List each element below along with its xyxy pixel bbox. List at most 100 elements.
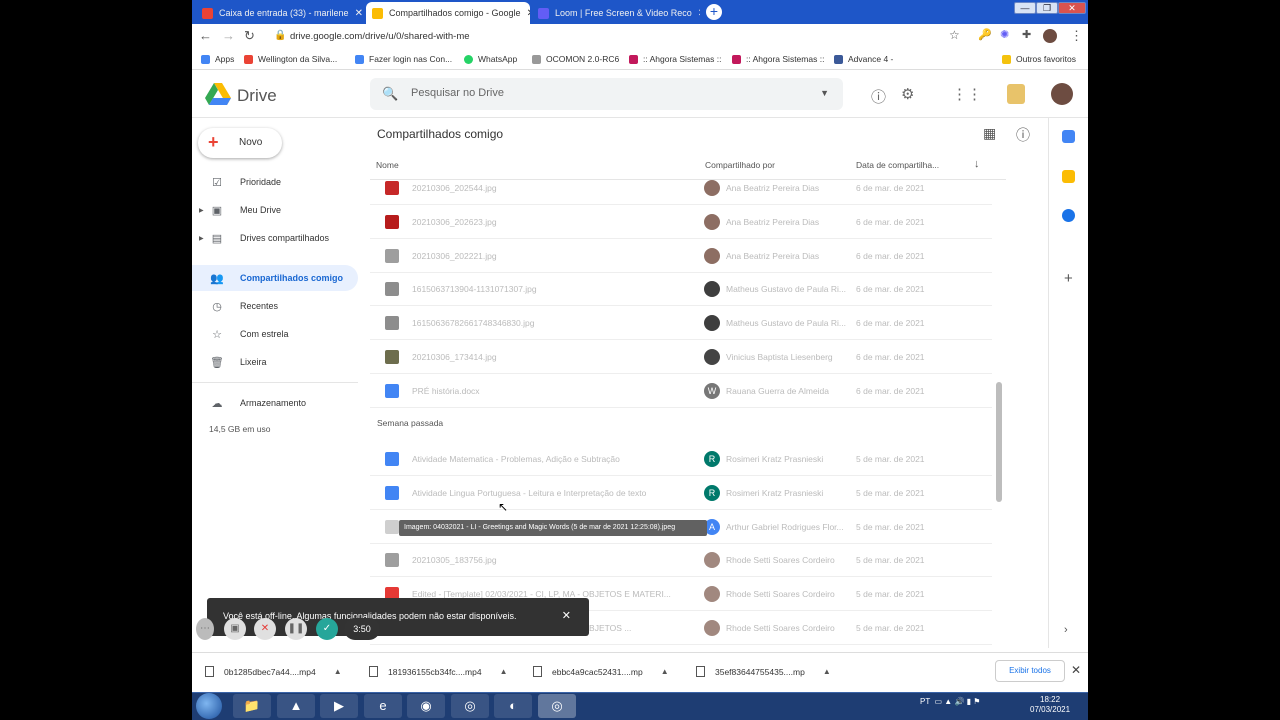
file-row[interactable]: PRÉ história.docx W Rauana Guerra de Almei… [370, 374, 992, 408]
chrome-active-taskbar-icon[interactable]: ◎ [538, 694, 576, 718]
vlc-taskbar-icon[interactable]: ▲ [277, 694, 315, 718]
add-addon-icon[interactable]: + [1064, 270, 1073, 287]
file-row[interactable]: 20210306_202544.jpg Ana Beatriz Pereira D… [370, 171, 992, 205]
download-item[interactable]: ebbc4a9cac52431....mp ▲ [533, 666, 669, 677]
system-clock[interactable]: 18:22 07/03/2021 [1030, 695, 1070, 715]
clock-icon: ◷ [212, 300, 222, 313]
chevron-up-icon[interactable]: ▲ [500, 667, 508, 676]
expand-icon[interactable]: ▶ [199, 235, 204, 242]
extensions-icon[interactable]: ✚ [1022, 28, 1031, 41]
loom-extension-icon[interactable]: ✺ [1000, 28, 1009, 41]
scrollbar[interactable] [996, 382, 1002, 502]
column-share-date[interactable]: Data de compartilha... [856, 160, 939, 170]
bookmark-item[interactable]: Wellington da Silva... [244, 54, 337, 64]
expand-icon[interactable]: ▶ [199, 207, 204, 214]
calendar-icon[interactable] [1062, 130, 1075, 143]
chevron-up-icon[interactable]: ▲ [823, 667, 831, 676]
loom-cancel-icon[interactable]: ✕ [254, 618, 276, 640]
show-all-downloads-button[interactable]: Exibir todos [995, 660, 1065, 682]
file-row[interactable]: 20210306_202623.jpg Ana Beatriz Pereira D… [370, 205, 992, 239]
info-icon[interactable]: ⓘ [1016, 125, 1030, 145]
keep-icon[interactable] [1062, 170, 1075, 183]
sidebar-item-priority[interactable]: ☑ Prioridade [192, 169, 358, 195]
settings-icon[interactable]: ⚙ [901, 85, 914, 103]
star-icon[interactable]: ☆ [949, 28, 960, 42]
new-tab-button[interactable]: + [706, 4, 722, 20]
language-indicator[interactable]: PT [920, 697, 930, 706]
forward-icon[interactable]: → [222, 28, 235, 43]
shared-by: Vinicius Baptista Liesenberg [726, 352, 833, 362]
tab-gmail[interactable]: Caixa de entrada (33) - marilene ✕ [196, 2, 364, 24]
chevron-up-icon[interactable]: ▲ [661, 667, 669, 676]
file-row[interactable]: 20210306_173414.jpg Vinicius Baptista Lie… [370, 340, 992, 374]
file-row[interactable]: 20210305_183756.jpg Rhode Setti Soares Co… [370, 543, 992, 577]
account-avatar[interactable] [1051, 83, 1073, 105]
file-row[interactable]: Atividade Matematica - Problemas, Adição… [370, 442, 992, 476]
share-date: 6 de mar. de 2021 [856, 284, 925, 294]
apps-grid-icon[interactable]: ⋮⋮ [952, 85, 982, 103]
profile-avatar[interactable] [1043, 29, 1057, 43]
reload-icon[interactable]: ↻ [244, 28, 255, 44]
menu-icon[interactable]: ⋮ [1070, 28, 1083, 44]
bookmark-apps[interactable]: Apps [201, 54, 234, 64]
firefox-taskbar-icon[interactable]: ◉ [407, 694, 445, 718]
toast-close-button[interactable]: ✕ [562, 609, 571, 622]
loom-pause-icon[interactable]: ❚❚ [285, 618, 307, 640]
sidebar-item-recent[interactable]: ◷ Recentes [192, 293, 358, 319]
start-button[interactable] [196, 693, 222, 719]
close-tab-icon[interactable]: ✕ [527, 8, 530, 19]
bookmark-item[interactable]: Advance 4 - [834, 54, 893, 64]
file-row[interactable]: 20210306_202221.jpg Ana Beatriz Pereira D… [370, 239, 992, 273]
search-options-icon[interactable]: ▼ [820, 88, 829, 98]
grid-view-icon[interactable]: ▦ [983, 125, 996, 142]
close-window-button[interactable]: ✕ [1058, 2, 1086, 14]
close-downloads-icon[interactable]: ✕ [1071, 663, 1081, 677]
file-row[interactable]: Atividade Lingua Portuguesa - Leitura e … [370, 476, 992, 510]
file-type-icon [385, 316, 399, 330]
new-button[interactable]: + Novo [198, 128, 282, 158]
ie-taskbar-icon[interactable]: e [364, 694, 402, 718]
close-tab-icon[interactable]: ✕ [698, 8, 700, 19]
bookmark-other[interactable]: Outros favoritos [1002, 54, 1076, 64]
bookmark-item[interactable]: :: Ahgora Sistemas :: [629, 54, 721, 64]
sort-arrow-icon[interactable]: ↓ [974, 158, 980, 170]
file-row[interactable]: 1615063678266174834​6830.jpg Matheus Gust… [370, 306, 992, 340]
search-input[interactable]: Pesquisar no Drive [411, 87, 504, 99]
bookmark-item[interactable]: :: Ahgora Sistemas :: [732, 54, 824, 64]
address-bar[interactable]: drive.google.com/drive/u/0/shared-with-m… [290, 28, 990, 45]
explorer-taskbar-icon[interactable]: 📁 [233, 694, 271, 718]
tasks-icon[interactable] [1062, 209, 1075, 222]
maximize-button[interactable]: ❐ [1036, 2, 1058, 14]
download-item[interactable]: 0b1285dbec7a44....mp4 ▲ [205, 666, 342, 677]
chrome-taskbar-icon[interactable]: ◎ [451, 694, 489, 718]
loom-more-icon[interactable]: ⋯ [196, 618, 214, 640]
edge-taskbar-icon[interactable]: ◐ [494, 694, 532, 718]
minimize-button[interactable]: — [1014, 2, 1036, 14]
sidebar-item-my-drive[interactable]: ▶ ▣ Meu Drive [192, 197, 358, 223]
search-box[interactable]: 🔍 Pesquisar no Drive ▼ [370, 78, 843, 110]
close-tab-icon[interactable]: ✕ [355, 8, 363, 19]
help-icon[interactable]: ⓘ [871, 86, 886, 107]
share-date: 6 de mar. de 2021 [856, 217, 925, 227]
tab-drive[interactable]: Compartilhados comigo - Google ✕ [366, 2, 530, 24]
bookmark-item[interactable]: Fazer login nas Con... [355, 54, 452, 64]
loom-finish-icon[interactable]: ✓ [316, 618, 338, 640]
chevron-up-icon[interactable]: ▲ [334, 667, 342, 676]
tab-loom[interactable]: Loom | Free Screen & Video Reco ✕ [532, 2, 700, 24]
bookmark-whatsapp[interactable]: WhatsApp [464, 54, 517, 64]
media-taskbar-icon[interactable]: ▶ [320, 694, 358, 718]
loom-camera-icon[interactable]: ▣ [224, 618, 246, 640]
download-item[interactable]: 35ef83644755435....mp ▲ [696, 666, 831, 677]
file-row[interactable]: 1615063713904-1131071307.jpg Matheus Gust… [370, 272, 992, 306]
sidebar-item-starred[interactable]: ☆ Com estrela [192, 321, 358, 347]
bookmark-item[interactable]: OCOMON 2.0-RC6 [532, 54, 619, 64]
sidebar-item-shared-with-me[interactable]: 👥 Compartilhados comigo [192, 265, 358, 291]
download-item[interactable]: 181936155cb34fc....mp4 ▲ [369, 666, 508, 677]
sidebar-item-shared-drives[interactable]: ▶ ▤ Drives compartilhados [192, 225, 358, 251]
extension-key-icon[interactable]: 🔑 [978, 28, 992, 41]
column-name[interactable]: Nome [376, 160, 399, 170]
sidebar-item-trash[interactable]: 🗑 Lixeira [192, 349, 358, 375]
back-icon[interactable]: ← [199, 28, 212, 43]
sidebar-item-storage[interactable]: ☁ Armazenamento [192, 390, 358, 416]
expand-panel-icon[interactable]: › [1064, 624, 1068, 636]
